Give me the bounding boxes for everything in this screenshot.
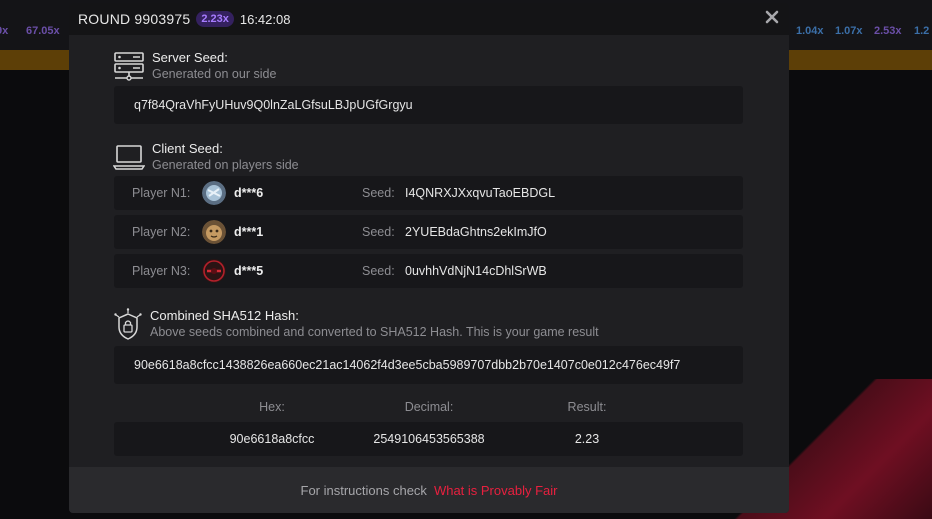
- player-label: Player N1:: [132, 186, 191, 200]
- history-multiplier: 9x: [0, 25, 9, 37]
- player-name: d***6: [234, 186, 264, 200]
- result-header-row: Hex: Decimal: Result:: [114, 400, 743, 416]
- round-title: ROUND 9903975: [78, 11, 191, 27]
- player-row: Player N2: d***1 Seed: 2YUEBdaGhtns2ekIm…: [114, 215, 743, 249]
- hash-header: Combined SHA512 Hash: Above seeds combin…: [113, 308, 599, 342]
- result-value: 2.23: [574, 432, 600, 446]
- player-row: Player N3: d***5 Seed: 0uvhhVdNjN14cDhlS…: [114, 254, 743, 288]
- provably-fair-modal: ROUND 9903975 2.23x 16:42:08 Server Seed…: [69, 3, 789, 513]
- history-multiplier: 67.05x: [26, 25, 60, 37]
- hash-value: 90e6618a8cfcc1438826ea660ec21ac14062f4d3…: [114, 346, 743, 384]
- round-time: 16:42:08: [239, 11, 291, 27]
- hex-label: Hex:: [259, 400, 285, 414]
- player-seed: 2YUEBdaGhtns2ekImJfO: [405, 225, 547, 239]
- hex-value: 90e6618a8cfcc: [229, 432, 315, 446]
- server-seed-subtitle: Generated on our side: [152, 67, 277, 81]
- seed-label: Seed:: [362, 264, 395, 278]
- player-seed: 0uvhhVdNjN14cDhlSrWB: [405, 264, 547, 278]
- seed-label: Seed:: [362, 225, 395, 239]
- client-seed-title: Client Seed:: [152, 141, 223, 156]
- result-value-row: 90e6618a8cfcc 2549106453565388 2.23: [114, 422, 743, 456]
- close-icon[interactable]: [764, 9, 780, 25]
- seed-label: Seed:: [362, 186, 395, 200]
- server-icon: [114, 52, 144, 81]
- server-seed-value: q7f84QraVhFyUHuv9Q0lnZaLGfsuLBJpUGfGrgyu: [114, 86, 743, 124]
- player-row: Player N1: d***6 Seed: I4QNRXJXxqvuTaoEB…: [114, 176, 743, 210]
- history-multiplier: 1.2: [914, 25, 930, 37]
- modal-header: ROUND 9903975 2.23x 16:42:08: [69, 3, 789, 35]
- round-multiplier-badge: 2.23x: [196, 11, 234, 27]
- avatar: [202, 220, 226, 244]
- footer-text: For instructions check: [300, 482, 427, 498]
- history-multiplier: 1.07x: [835, 25, 863, 37]
- player-label: Player N2:: [132, 225, 191, 239]
- provably-fair-link[interactable]: What is Provably Fair: [434, 483, 558, 498]
- result-label: Result:: [567, 400, 607, 414]
- avatar: [202, 181, 226, 205]
- laptop-icon: [113, 145, 145, 170]
- history-multiplier: 1.04x: [796, 25, 824, 37]
- player-name: d***5: [234, 264, 264, 278]
- hash-title: Combined SHA512 Hash:: [150, 308, 299, 323]
- player-name: d***1: [234, 225, 264, 239]
- history-multiplier: 2.53x: [874, 25, 902, 37]
- player-label: Player N3:: [132, 264, 191, 278]
- client-seed-subtitle: Generated on players side: [152, 158, 299, 172]
- decimal-value: 2549106453565388: [373, 432, 485, 446]
- server-seed-header: Server Seed: Generated on our side: [113, 50, 276, 82]
- hash-subtitle: Above seeds combined and converted to SH…: [150, 325, 599, 339]
- avatar: [202, 259, 226, 283]
- player-seed: I4QNRXJXxqvuTaoEBDGL: [405, 186, 556, 200]
- modal-footer: For instructions check What is Provably …: [69, 467, 789, 513]
- server-seed-title: Server Seed:: [152, 50, 228, 65]
- decimal-label: Decimal:: [404, 400, 454, 414]
- shield-lock-icon: [114, 308, 142, 340]
- client-seed-header: Client Seed: Generated on players side: [113, 141, 299, 173]
